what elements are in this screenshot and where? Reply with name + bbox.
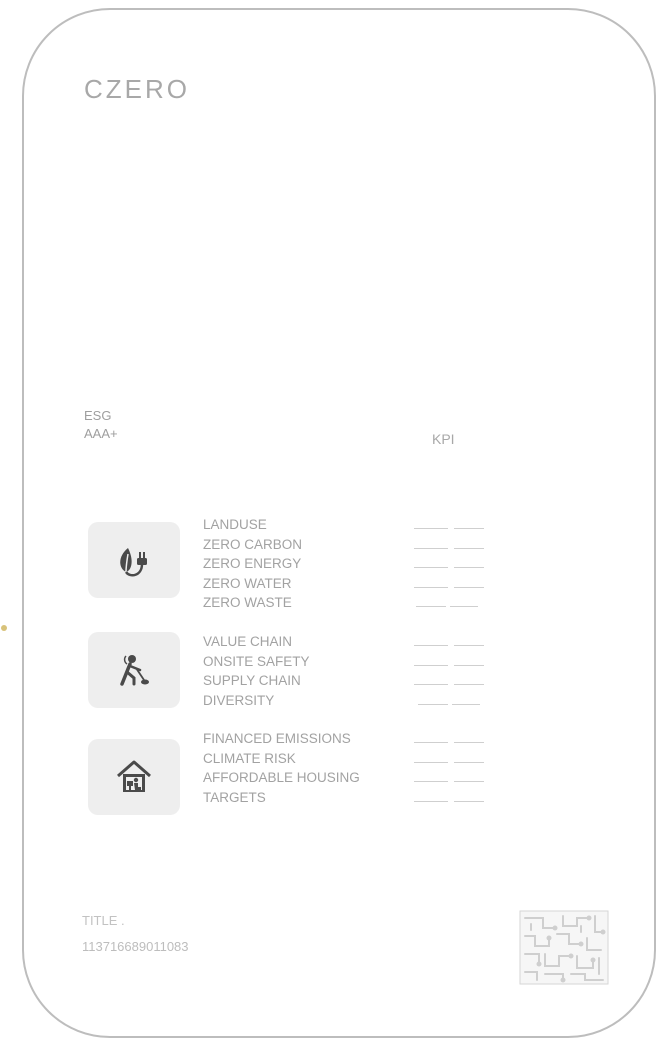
worker-shovel-icon [88, 632, 180, 708]
kpi-blank-line [414, 652, 486, 672]
kpi-blank-line [414, 768, 486, 788]
list-item: ONSITE SAFETY [203, 653, 310, 669]
kpi-blank-line [414, 593, 486, 613]
serial-number: 113716689011083 [82, 939, 189, 954]
group-3-kpi-blanks [414, 729, 486, 807]
kpi-blank-line [414, 632, 486, 652]
esg-label: ESG [84, 408, 112, 423]
group-3-items: FINANCED EMISSIONS CLIMATE RISK AFFORDAB… [203, 729, 360, 807]
kpi-blank-line [414, 515, 486, 535]
kpi-blank-line [414, 729, 486, 749]
list-item: TARGETS [203, 789, 266, 805]
title-label: TITLE . [82, 913, 125, 928]
list-item: VALUE CHAIN [203, 634, 293, 649]
list-item: ZERO CARBON [203, 536, 303, 552]
list-item: ZERO ENERGY [203, 556, 302, 571]
kpi-blank-line [414, 749, 486, 769]
list-item: FINANCED EMISSIONS [203, 731, 351, 746]
esg-rating: AAA+ [84, 426, 118, 441]
kpi-blank-line [414, 671, 486, 691]
brand-logo: CZERO [84, 74, 190, 104]
kpi-blank-line [414, 691, 486, 711]
list-item: DIVERSITY [203, 692, 275, 708]
decorative-dot [1, 625, 7, 631]
group-2-kpi-blanks [414, 632, 486, 710]
kpi-blank-line [414, 788, 486, 808]
kpi-blank-line [414, 554, 486, 574]
list-item: ZERO WATER [203, 575, 292, 591]
circuit-qr-icon [519, 910, 609, 985]
kpi-header: KPI [432, 431, 455, 447]
group-1-kpi-blanks [414, 515, 486, 613]
group-2-items: VALUE CHAIN ONSITE SAFETY SUPPLY CHAIN D… [203, 632, 310, 710]
list-item: ZERO WASTE [203, 595, 292, 610]
list-item: AFFORDABLE HOUSING [203, 770, 360, 785]
list-item: LANDUSE [203, 517, 267, 532]
group-1-items: LANDUSE ZERO CARBON ZERO ENERGY ZERO WAT… [203, 515, 302, 613]
list-item: SUPPLY CHAIN [203, 673, 301, 688]
list-item: CLIMATE RISK [203, 750, 296, 766]
house-person-icon [88, 739, 180, 815]
kpi-blank-line [414, 535, 486, 555]
kpi-blank-line [414, 574, 486, 594]
leaf-plug-icon [88, 522, 180, 598]
